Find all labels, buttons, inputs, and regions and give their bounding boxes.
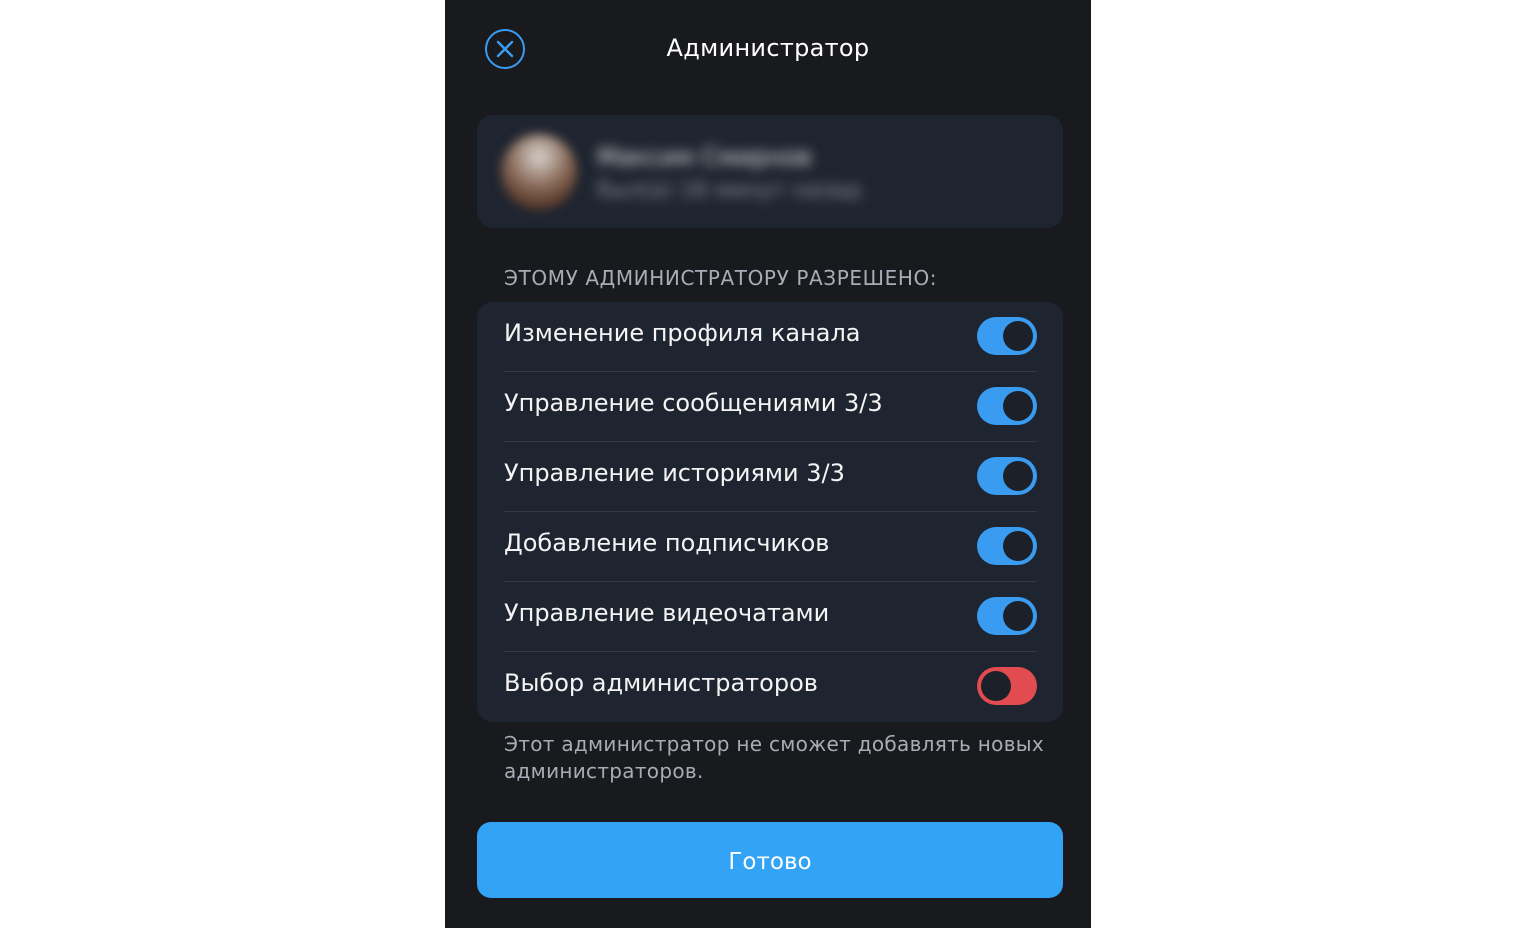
permission-toggle-choose-admins[interactable] xyxy=(977,667,1037,705)
permission-label: Управление видеочатами xyxy=(504,599,830,627)
permission-row-add-subscribers[interactable]: Добавление подписчиков xyxy=(477,512,1063,582)
toggle-knob xyxy=(1003,391,1033,421)
permissions-section-title: ЭТОМУ АДМИНИСТРАТОРУ РАЗРЕШЕНО: xyxy=(504,266,938,290)
permission-row-manage-video-chats[interactable]: Управление видеочатами xyxy=(477,582,1063,652)
permission-row-manage-stories[interactable]: Управление историями 3/3 xyxy=(477,442,1063,512)
page-title: Администратор xyxy=(666,34,870,62)
toggle-knob xyxy=(1003,461,1033,491)
permission-label: Управление историями 3/3 xyxy=(504,459,845,487)
permission-row-edit-channel-profile[interactable]: Изменение профиля канала xyxy=(477,302,1063,372)
permission-label: Управление сообщениями 3/3 xyxy=(504,389,883,417)
permission-row-manage-messages[interactable]: Управление сообщениями 3/3 xyxy=(477,372,1063,442)
permissions-list: Изменение профиля канала Управление сооб… xyxy=(477,302,1063,722)
done-button[interactable]: Готово xyxy=(477,822,1063,898)
permission-toggle-manage-video-chats[interactable] xyxy=(977,597,1037,635)
toggle-knob xyxy=(1003,531,1033,561)
toggle-knob xyxy=(1003,321,1033,351)
permission-label: Добавление подписчиков xyxy=(504,529,830,557)
permissions-footer-note: Этот администратор не сможет добавлять н… xyxy=(504,732,1045,783)
user-name: Максим Смирнов xyxy=(597,143,812,171)
header: Администратор xyxy=(445,0,1091,100)
user-card[interactable]: Максим Смирнов был(а) 16 минут назад xyxy=(477,115,1063,228)
permission-toggle-add-subscribers[interactable] xyxy=(977,527,1037,565)
permission-toggle-manage-messages[interactable] xyxy=(977,387,1037,425)
permission-label: Изменение профиля канала xyxy=(504,319,861,347)
admin-rights-screen: Администратор Максим Смирнов был(а) 16 м… xyxy=(445,0,1091,928)
user-last-seen: был(а) 16 минут назад xyxy=(597,178,861,203)
permission-row-choose-admins[interactable]: Выбор администраторов xyxy=(477,652,1063,722)
permission-toggle-manage-stories[interactable] xyxy=(977,457,1037,495)
permission-toggle-edit-channel-profile[interactable] xyxy=(977,317,1037,355)
toggle-knob xyxy=(981,671,1011,701)
avatar xyxy=(501,134,577,210)
permission-label: Выбор администраторов xyxy=(504,669,818,697)
toggle-knob xyxy=(1003,601,1033,631)
